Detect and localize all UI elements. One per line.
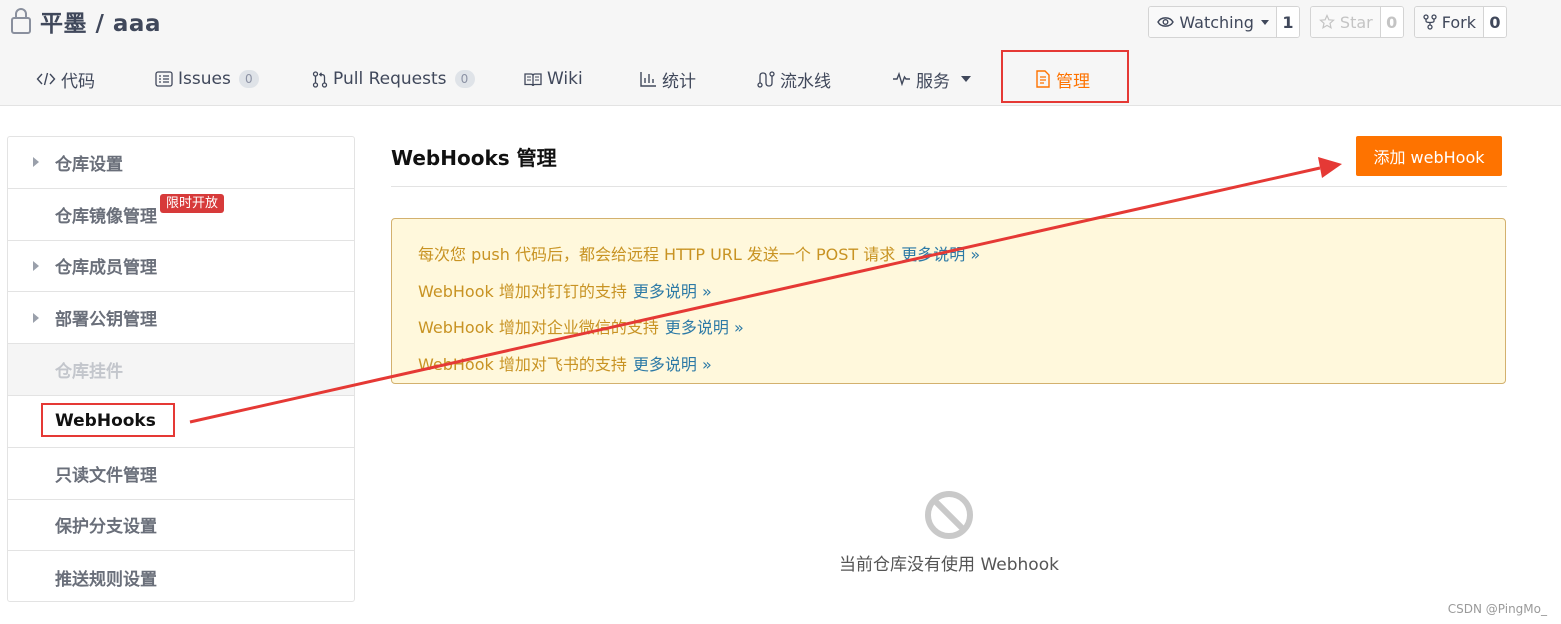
prohibited-icon — [925, 491, 973, 539]
pull-request-icon — [312, 70, 328, 88]
star-label: Star — [1339, 12, 1373, 32]
notice-line: WebHook 增加对钉钉的支持 更多说明 » — [418, 272, 1479, 309]
caret-right-icon — [33, 157, 39, 168]
sidebar-group-label: 仓库挂件 — [55, 362, 123, 383]
sidebar-item-label: 只读文件管理 — [55, 465, 157, 486]
manage-tab-annotation-box — [1001, 50, 1129, 103]
more-info-link[interactable]: 更多说明 » — [901, 241, 980, 265]
fork-label: Fork — [1441, 12, 1476, 32]
add-webhook-button[interactable]: 添加 webHook — [1356, 136, 1502, 176]
fork-button[interactable]: Fork — [1414, 7, 1484, 37]
tab-label: Wiki — [547, 69, 583, 89]
empty-state-message: 当前仓库没有使用 Webhook — [839, 555, 1059, 575]
star-button-group: Star 0 — [1309, 6, 1404, 38]
star-count[interactable]: 0 — [1380, 7, 1403, 37]
sidebar-item-repo-members[interactable]: 仓库成员管理 — [8, 241, 354, 293]
notice-line: WebHook 增加对企业微信的支持 更多说明 » — [418, 308, 1479, 345]
sidebar-item-label: 推送规则设置 — [55, 569, 157, 590]
sidebar-group-repo-widgets: 仓库挂件 — [8, 344, 354, 396]
star-button[interactable]: Star — [1310, 7, 1381, 37]
fork-count[interactable]: 0 — [1484, 7, 1506, 37]
caret-right-icon — [33, 312, 39, 323]
sidebar-item-label: 仓库镜像管理 — [55, 206, 157, 227]
repo-actions: Watching 1 Star 0 Fork 0 — [1148, 6, 1507, 38]
sidebar-item-label: 部署公钥管理 — [55, 310, 157, 331]
more-info-link[interactable]: 更多说明 » — [665, 314, 744, 338]
webhook-info-notice: 每次您 push 代码后，都会给远程 HTTP URL 发送一个 POST 请求… — [391, 218, 1506, 384]
tab-wiki[interactable]: Wiki — [524, 52, 583, 106]
notice-text: 每次您 push 代码后，都会给远程 HTTP URL 发送一个 POST 请求 — [418, 245, 896, 265]
sidebar-item-label: 保护分支设置 — [55, 517, 157, 538]
sidebar-item-repo-mirror[interactable]: 仓库镜像管理 限时开放 — [8, 189, 354, 241]
webhooks-annotation-box — [41, 403, 175, 437]
tab-label: 代码 — [61, 71, 95, 92]
fork-button-group: Fork 0 — [1413, 6, 1507, 38]
sidebar-item-label: 仓库成员管理 — [55, 258, 157, 279]
activity-icon — [893, 72, 910, 86]
tab-label: 统计 — [662, 71, 696, 92]
tab-label: Issues — [178, 69, 231, 89]
tab-stats[interactable]: 统计 — [640, 52, 696, 106]
sidebar-item-repo-settings[interactable]: 仓库设置 — [8, 137, 354, 189]
settings-sidebar: 仓库设置 仓库镜像管理 限时开放 仓库成员管理 部署公钥管理 仓库挂件 WebH… — [7, 136, 355, 602]
chevron-down-icon — [1260, 19, 1269, 25]
empty-state: 当前仓库没有使用 Webhook — [839, 490, 1059, 575]
pull-requests-count-badge: 0 — [454, 70, 475, 88]
tab-issues[interactable]: Issues 0 — [155, 52, 259, 106]
watch-button[interactable]: Watching — [1149, 7, 1277, 37]
star-icon — [1318, 14, 1335, 30]
watch-label: Watching — [1179, 12, 1254, 32]
sidebar-item-protected-branches[interactable]: 保护分支设置 — [8, 500, 354, 552]
tab-pipeline[interactable]: 流水线 — [757, 52, 831, 106]
tab-services[interactable]: 服务 — [892, 52, 971, 106]
notice-text: WebHook 增加对企业微信的支持 — [418, 318, 659, 338]
notice-text: WebHook 增加对飞书的支持 — [418, 354, 627, 374]
notice-text: WebHook 增加对钉钉的支持 — [418, 281, 627, 301]
tab-label: 流水线 — [780, 71, 831, 92]
tab-pull-requests[interactable]: Pull Requests 0 — [312, 52, 475, 106]
repo-tabs: 代码 Issues 0 Pull Requests 0 Wiki 统计 流水线 … — [0, 52, 1561, 106]
page-title: WebHooks 管理 — [391, 146, 557, 170]
lock-icon — [11, 8, 31, 34]
pipeline-icon — [757, 70, 775, 88]
stats-icon — [640, 72, 656, 87]
watch-count[interactable]: 1 — [1276, 7, 1299, 37]
watermark: CSDN @PingMo_ — [1447, 602, 1547, 616]
chevron-down-icon — [961, 76, 971, 82]
watch-button-group: Watching 1 — [1148, 6, 1300, 38]
notice-line: 每次您 push 代码后，都会给远程 HTTP URL 发送一个 POST 请求… — [418, 235, 1479, 272]
tab-code[interactable]: 代码 — [36, 52, 95, 106]
sidebar-item-deploy-keys[interactable]: 部署公钥管理 — [8, 292, 354, 345]
caret-right-icon — [33, 260, 39, 271]
code-icon — [36, 72, 56, 86]
notice-line: WebHook 增加对飞书的支持 更多说明 » — [418, 345, 1479, 382]
more-info-link[interactable]: 更多说明 » — [633, 278, 712, 302]
title-divider — [391, 186, 1507, 187]
wiki-icon — [524, 72, 542, 86]
repo-title: 平墨 / aaa — [10, 5, 161, 37]
sidebar-item-push-rules[interactable]: 推送规则设置 — [8, 551, 354, 603]
tab-label: 服务 — [916, 71, 950, 92]
more-info-link[interactable]: 更多说明 » — [633, 351, 712, 375]
limited-time-badge: 限时开放 — [160, 193, 225, 213]
fork-icon — [1423, 14, 1437, 30]
sidebar-item-label: 仓库设置 — [55, 154, 123, 175]
repo-header: 平墨 / aaa Watching 1 Star 0 Fork 0 代码 Iss… — [0, 0, 1561, 106]
issues-icon — [155, 71, 173, 87]
sidebar-item-readonly-files[interactable]: 只读文件管理 — [8, 448, 354, 500]
issues-count-badge: 0 — [238, 70, 259, 88]
repo-name[interactable]: 平墨 / aaa — [40, 4, 161, 38]
eye-icon — [1157, 17, 1175, 27]
tab-label: Pull Requests — [333, 69, 447, 89]
